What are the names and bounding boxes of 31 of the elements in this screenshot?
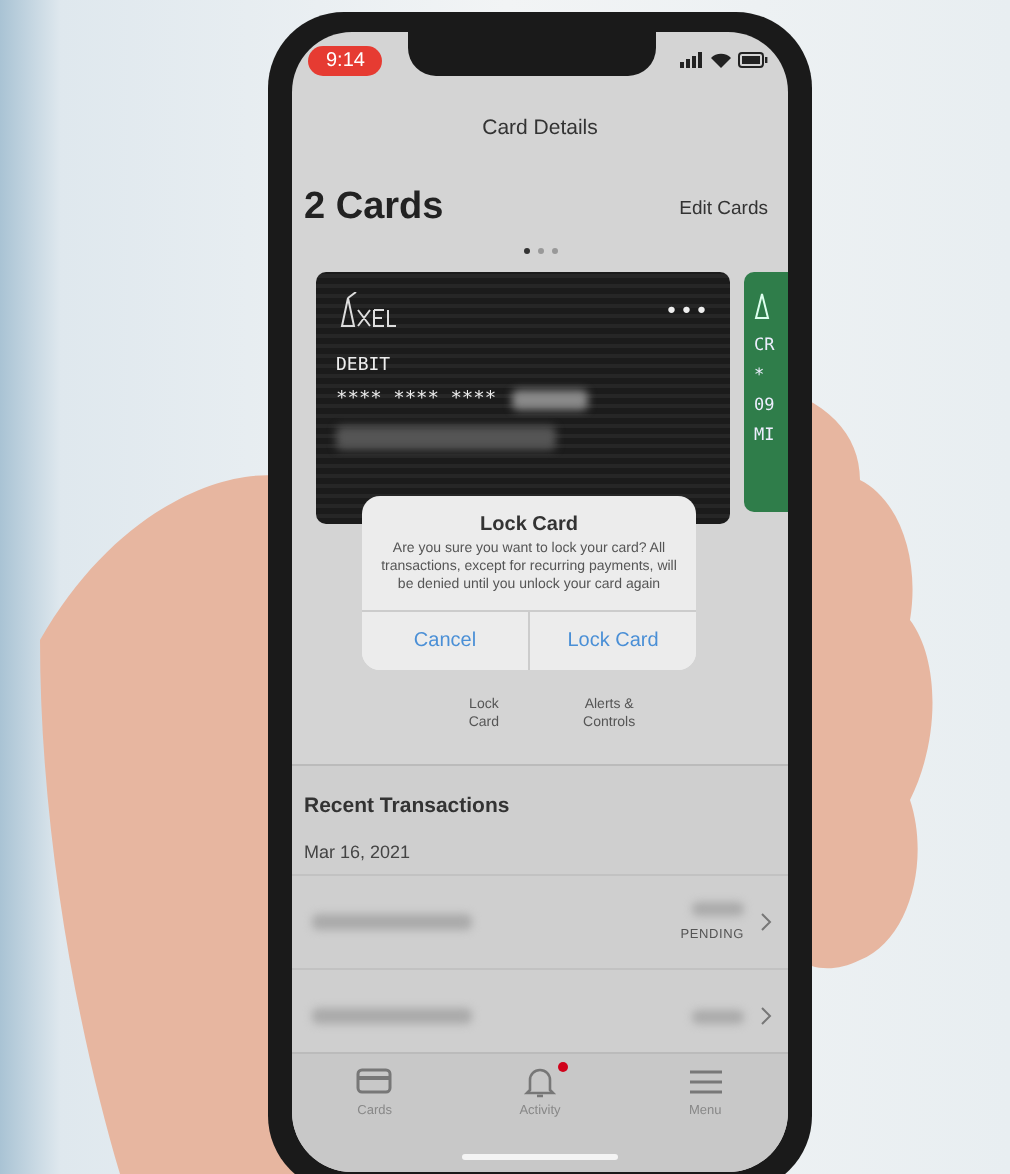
page-dot[interactable]: [551, 248, 557, 254]
section-title: Recent Transactions: [302, 794, 512, 818]
card-icon: [356, 1066, 393, 1098]
chevron-right-icon: [760, 1006, 772, 1026]
blurred-text: [692, 1009, 744, 1023]
card-text: CR: [754, 336, 777, 356]
page-dot[interactable]: [537, 248, 543, 254]
signal-icon: [680, 52, 704, 68]
bank-logo-icon: [336, 292, 396, 328]
dialog-button[interactable]: Cancel: [362, 612, 530, 671]
screen-title: Card Details: [480, 116, 600, 144]
chevron-right-icon: [760, 912, 772, 932]
credit-card[interactable]: CR * 09 MI: [744, 272, 788, 512]
card-text: *: [754, 366, 767, 386]
card-text: MI: [754, 426, 777, 446]
wifi-icon: [710, 52, 732, 68]
battery-icon: [738, 52, 768, 68]
status-time: 9:14: [308, 46, 383, 76]
menu-icon: [687, 1066, 724, 1098]
transaction-date: Mar 16, 2021: [292, 818, 788, 876]
blurred-text: [512, 389, 589, 409]
card-type: DEBIT: [336, 356, 393, 376]
bank-logo-icon: [754, 292, 770, 320]
more-options[interactable]: •••: [665, 297, 710, 323]
page-dot[interactable]: [523, 248, 529, 254]
card-number: **** **** ****: [336, 388, 497, 410]
bell-icon: [521, 1066, 558, 1098]
cards-heading: 2 Cards: [304, 186, 444, 230]
blurred-text: [692, 902, 744, 916]
edit-cards-link[interactable]: Edit Cards: [679, 197, 768, 219]
card-text: 09: [754, 396, 777, 416]
